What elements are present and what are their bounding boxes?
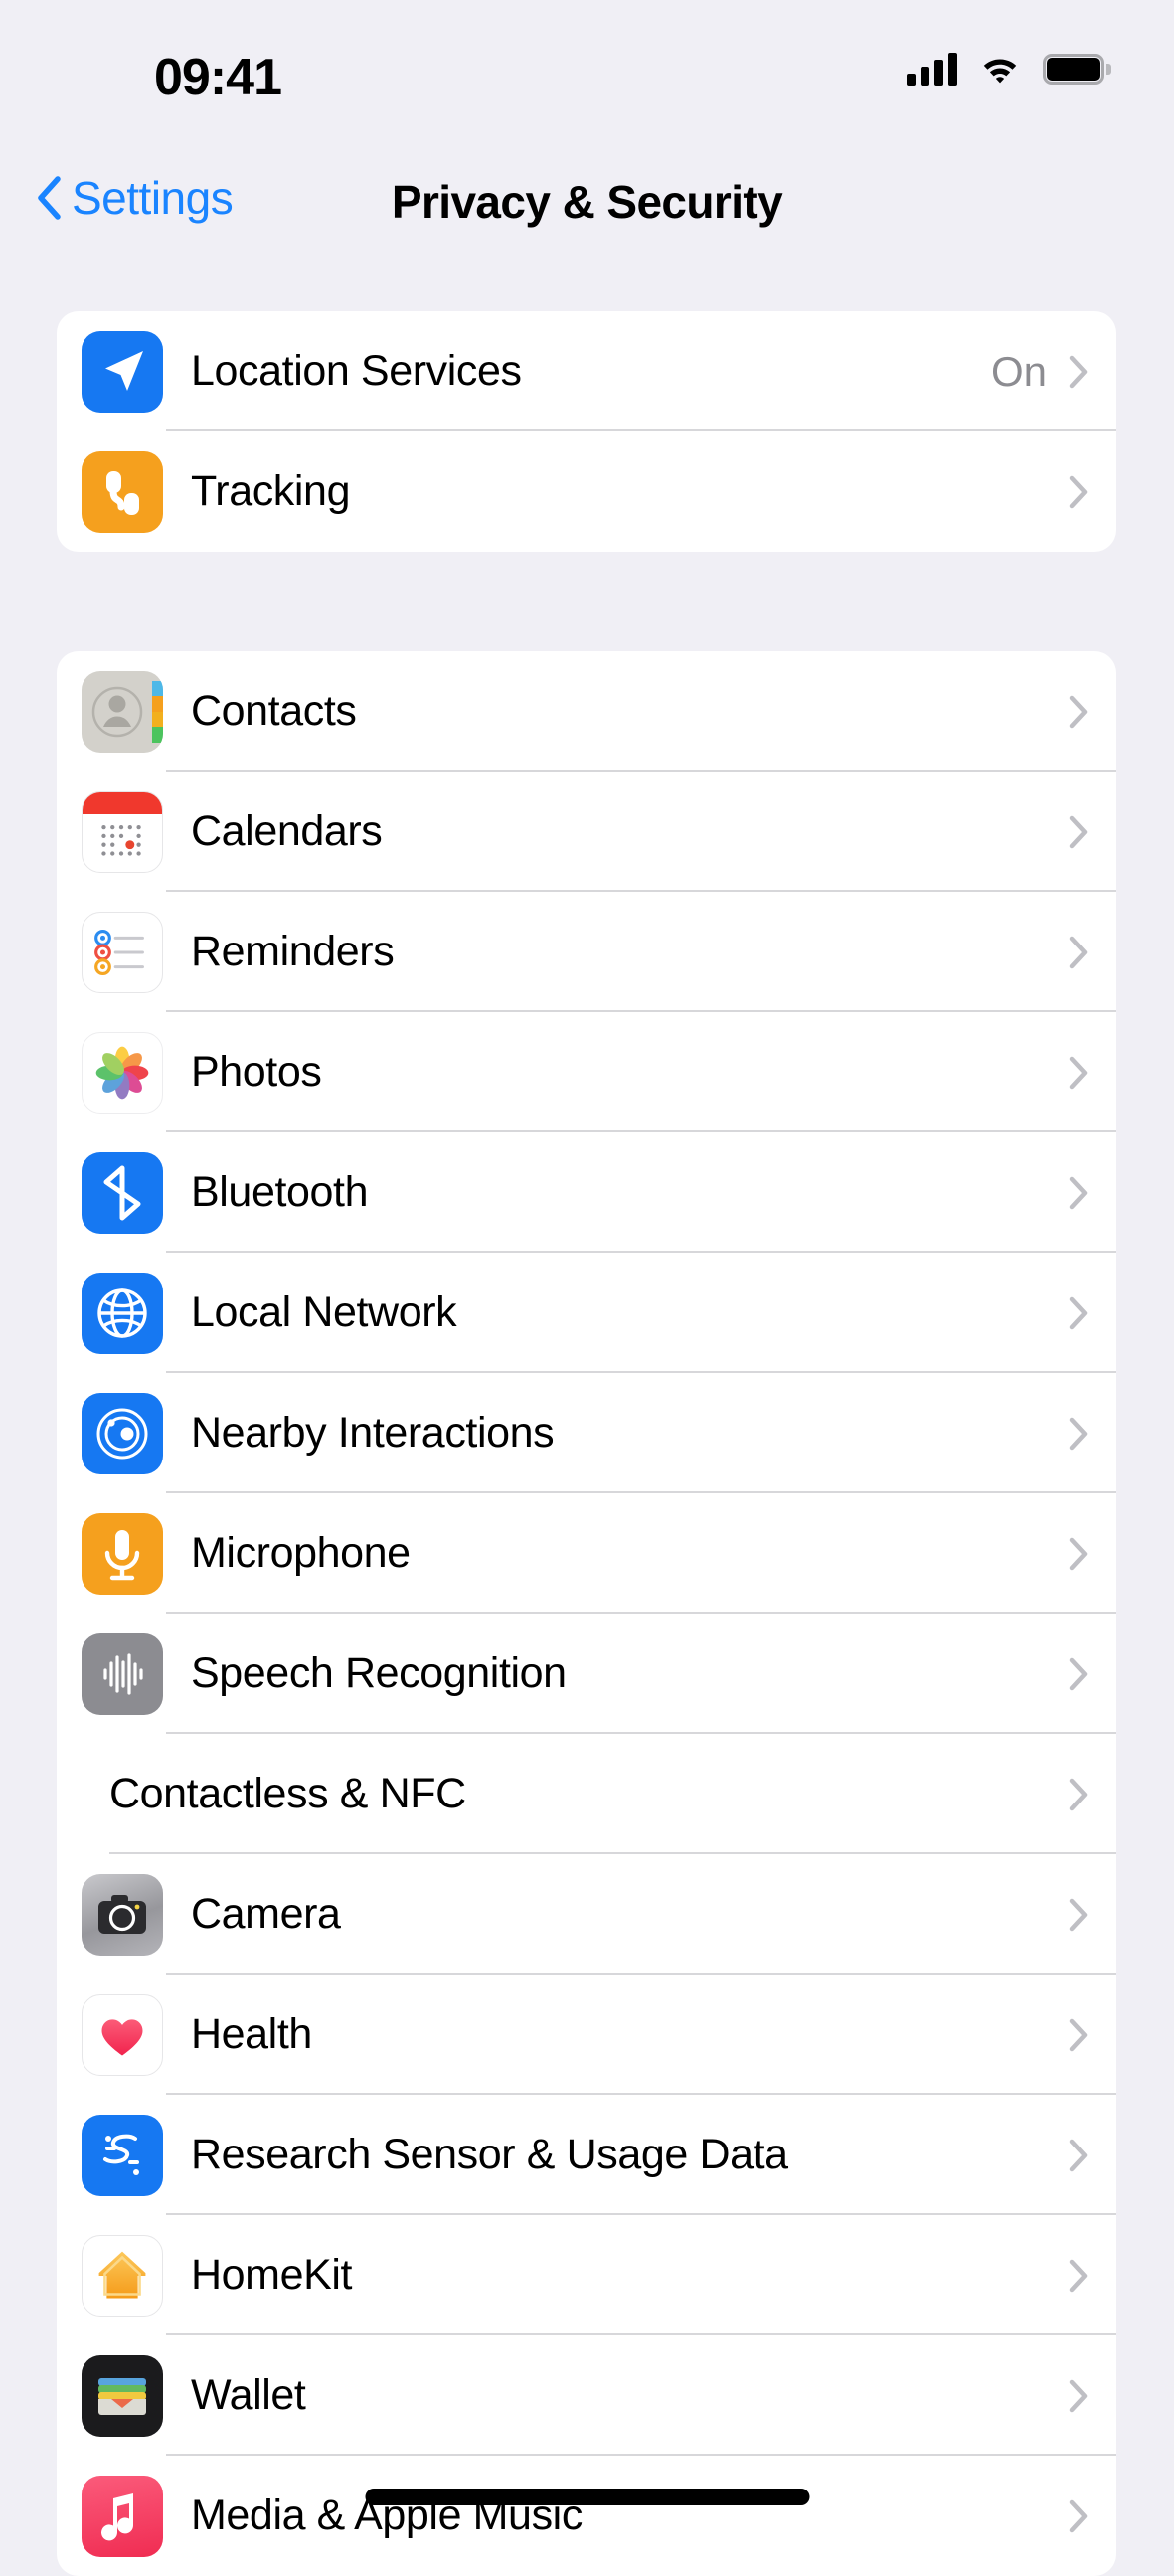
settings-row-value: On [990,347,1047,395]
settings-row-bluetooth[interactable]: Bluetooth [57,1132,1116,1253]
contacts-tabs [152,680,163,743]
status-bar: 09:41 [0,0,1174,149]
settings-row-health[interactable]: Health [57,1975,1116,2095]
settings-row-calendars[interactable]: Calendars [57,772,1116,892]
chevron-right-icon [1069,1056,1089,1090]
settings-row-label: Local Network [191,1288,457,1336]
settings-row-wallet[interactable]: Wallet [57,2335,1116,2456]
settings-row-label: Speech Recognition [191,1649,567,1697]
chevron-right-icon [1069,1778,1089,1811]
settings-row-contacts[interactable]: Contacts [57,651,1116,772]
photos-app-icon [82,1031,163,1114]
settings-row-label: Tracking [191,467,351,515]
status-bar-clock: 09:41 [154,49,282,106]
settings-row-nearby-interactions[interactable]: Nearby Interactions [57,1373,1116,1493]
apple-music-icon [82,2475,163,2557]
chevron-right-icon [1069,355,1089,389]
settings-row-label: Calendars [191,807,383,855]
settings-row-tracking[interactable]: Tracking [57,431,1116,552]
chevron-right-icon [1069,2018,1089,2052]
chevron-right-icon [1069,1657,1089,1691]
settings-row-label: Photos [191,1048,322,1096]
settings-group-app-permissions: Contacts Calendars Reminders Photos Blue… [57,651,1116,2576]
settings-row-label: HomeKit [191,2251,353,2299]
settings-row-label: Research Sensor & Usage Data [191,2131,788,2178]
settings-row-label: Bluetooth [191,1168,369,1216]
page-title: Privacy & Security [391,176,783,228]
settings-row-label: Contacts [191,687,357,735]
chevron-right-icon [1069,1537,1089,1571]
homekit-house-icon [82,2234,163,2317]
settings-row-homekit[interactable]: HomeKit [57,2215,1116,2335]
calendar-app-icon [82,790,163,873]
settings-row-reminders[interactable]: Reminders [57,892,1116,1012]
contacts-app-icon [82,670,163,753]
chevron-right-icon [1069,475,1089,509]
globe-network-icon [82,1272,163,1354]
chevron-right-icon [1069,1898,1089,1932]
settings-row-label: Contactless & NFC [109,1770,466,1817]
settings-row-label: Nearby Interactions [191,1409,555,1457]
settings-row-location-services[interactable]: Location Services On [57,311,1116,431]
settings-row-label: Microphone [191,1529,411,1577]
wallet-app-icon [82,2354,163,2437]
chevron-right-icon [1069,2499,1089,2533]
microphone-icon [82,1512,163,1595]
tracking-link-icon [82,450,163,533]
settings-row-label: Location Services [191,347,522,395]
chevron-right-icon [1069,2259,1089,2293]
settings-row-speech-recognition[interactable]: Speech Recognition [57,1614,1116,1734]
settings-row-label: Wallet [191,2371,306,2419]
bluetooth-icon [82,1151,163,1234]
settings-row-label: Reminders [191,928,395,975]
research-sensor-icon [82,2114,163,2196]
cellular-signal-icon [907,52,957,86]
settings-row-research-sensor[interactable]: Research Sensor & Usage Data [57,2095,1116,2215]
chevron-right-icon [1069,1296,1089,1330]
navigation-bar: Settings Privacy & Security [0,149,1174,268]
chevron-right-icon [1069,936,1089,969]
settings-group-location: Location Services On Tracking [57,311,1116,552]
settings-row-media-apple-music[interactable]: Media & Apple Music [57,2456,1116,2576]
chevron-right-icon [1069,2139,1089,2172]
nearby-radar-icon [82,1392,163,1474]
chevron-right-icon [1069,1417,1089,1451]
settings-row-contactless-nfc[interactable]: Contactless & NFC [57,1734,1116,1854]
chevron-right-icon [1069,2379,1089,2413]
settings-row-local-network[interactable]: Local Network [57,1253,1116,1373]
speech-waveform-icon [82,1632,163,1715]
status-bar-indicators [907,52,1111,86]
chevron-right-icon [1069,1176,1089,1210]
settings-row-label: Camera [191,1890,341,1938]
settings-row-camera[interactable]: Camera [57,1854,1116,1975]
settings-row-photos[interactable]: Photos [57,1012,1116,1132]
reminders-app-icon [82,911,163,993]
settings-row-microphone[interactable]: Microphone [57,1493,1116,1614]
chevron-right-icon [1069,695,1089,729]
wifi-icon [979,53,1021,85]
settings-row-label: Health [191,2010,312,2058]
chevron-right-icon [1069,815,1089,849]
health-heart-icon [82,1993,163,2076]
battery-full-icon [1043,53,1111,85]
location-arrow-icon [82,330,163,413]
camera-app-icon [82,1873,163,1956]
home-indicator[interactable] [365,2489,809,2505]
